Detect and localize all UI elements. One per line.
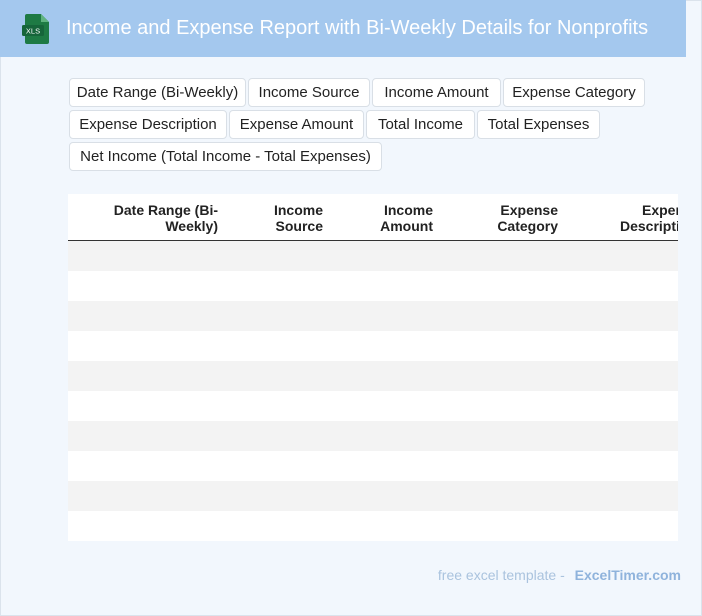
footer-credit: free excel template - ExcelTimer.com: [438, 567, 681, 583]
table-row[interactable]: [68, 241, 678, 271]
column-header-expense-description: ExpenseDescription: [620, 202, 678, 234]
tag-expense-description[interactable]: Expense Description: [69, 110, 227, 139]
column-header-income-amount: Income Amount: [380, 202, 433, 234]
table-row[interactable]: [68, 391, 678, 421]
tag-date-range[interactable]: Date Range (Bi-Weekly): [69, 78, 246, 107]
footer-text: free excel template -: [437, 567, 565, 583]
data-table[interactable]: Date Range (Bi- Weekly) Income Source Inco…: [68, 194, 678, 541]
table-row[interactable]: [68, 451, 678, 481]
svg-text:XLS: XLS: [26, 27, 40, 36]
table-row[interactable]: [68, 421, 678, 451]
tag-net-income[interactable]: Net Income (Total Income - Total Expense…: [69, 142, 382, 171]
table-row[interactable]: [68, 481, 678, 511]
table-row[interactable]: [68, 271, 678, 301]
page-title: Income and Expense Report with Bi-Weekly…: [66, 17, 649, 39]
tag-income-amount[interactable]: Income Amount: [372, 78, 501, 107]
tag-expense-category[interactable]: Expense Category: [503, 78, 645, 107]
table-row[interactable]: [68, 361, 678, 391]
column-header-income-source: Income Source: [273, 202, 323, 234]
table-row[interactable]: [68, 511, 678, 541]
column-header-expense-category: Expense Category: [497, 202, 558, 234]
tag-total-expenses[interactable]: Total Expenses: [477, 110, 600, 139]
column-header-date-range: Date Range (Bi- Weekly): [113, 202, 218, 234]
footer-brand-link[interactable]: ExcelTimer.com: [575, 567, 681, 583]
table-row[interactable]: [68, 331, 678, 361]
table-header: Date Range (Bi- Weekly) Income Source Inco…: [68, 194, 678, 241]
table-row[interactable]: [68, 301, 678, 331]
header-bar: XLS Income and Expense Report with Bi-We…: [0, 0, 686, 57]
xls-file-icon: XLS: [22, 14, 49, 44]
tag-total-income[interactable]: Total Income: [366, 110, 475, 139]
tag-income-source[interactable]: Income Source: [248, 78, 370, 107]
tag-expense-amount[interactable]: Expense Amount: [229, 110, 364, 139]
